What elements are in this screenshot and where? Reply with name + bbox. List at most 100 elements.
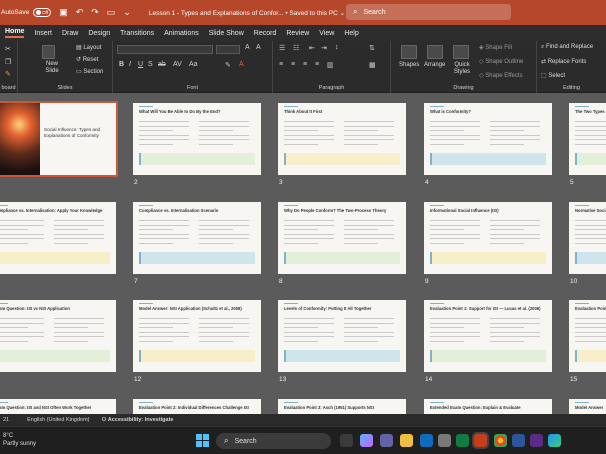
present-icon[interactable]: ▭ <box>107 7 116 18</box>
edge-icon[interactable] <box>548 434 561 447</box>
arrange-icon[interactable] <box>427 45 443 59</box>
slide-thumbnail[interactable]: The Two Types <box>569 103 606 175</box>
slide-thumbnail[interactable]: Levels of Conformity: Putting It All Tog… <box>278 300 406 372</box>
align-left-icon[interactable]: ≡ <box>279 61 283 68</box>
slide-thumbnail[interactable]: Compliance vs. Internalisation: Apply Yo… <box>0 202 116 274</box>
slide-thumbnail[interactable]: Why Do People Conform? The Two-Process T… <box>278 202 406 274</box>
copilot-icon[interactable] <box>360 434 373 447</box>
tab-draw[interactable]: Draw <box>62 30 78 37</box>
file-explorer-icon[interactable] <box>400 434 413 447</box>
redo-icon[interactable]: ↷ <box>91 7 99 18</box>
qat-more-icon[interactable]: ⌄ <box>123 7 131 18</box>
shapes-button[interactable]: Shapes <box>399 62 419 68</box>
excel-icon[interactable] <box>456 434 469 447</box>
slide-thumbnail[interactable]: Think About It First <box>278 103 406 175</box>
layout-button[interactable]: ▤ Layout <box>76 44 101 51</box>
slide-thumbnail[interactable]: Informational Social Influence (ISI) <box>424 202 552 274</box>
align-center-icon[interactable]: ≡ <box>291 61 295 68</box>
word-icon[interactable] <box>512 434 525 447</box>
chrome-icon[interactable] <box>494 434 507 447</box>
tab-transitions[interactable]: Transitions <box>120 30 154 37</box>
tab-view[interactable]: View <box>319 30 334 37</box>
font-name-field[interactable] <box>117 45 213 54</box>
decrease-indent-icon[interactable]: ⇤ <box>309 44 315 52</box>
quick-styles-icon[interactable] <box>453 45 469 59</box>
select-button[interactable]: ⬚ Select <box>541 72 565 79</box>
quick-styles-button[interactable]: Quick Styles <box>450 62 474 76</box>
line-spacing-icon[interactable]: ↕ <box>335 44 339 51</box>
highlight-icon[interactable]: ✎ <box>225 61 231 69</box>
slide-thumbnail[interactable]: Evaluation Point 2: Individual Differenc… <box>133 399 261 414</box>
undo-icon[interactable]: ↶ <box>76 7 84 18</box>
powerpoint-icon[interactable] <box>474 434 487 447</box>
onenote-icon[interactable] <box>530 434 543 447</box>
tab-record[interactable]: Record <box>254 30 277 37</box>
change-case-icon[interactable]: Aa <box>189 61 198 68</box>
new-slide-icon[interactable] <box>42 45 55 59</box>
slide-thumbnail[interactable]: Extended Exam Question: Explain & Evalua… <box>424 399 552 414</box>
italic-icon[interactable]: I <box>129 61 131 68</box>
weather-widget[interactable]: 8°C Partly sunny <box>3 432 36 448</box>
find-replace-button[interactable]: ⌕ Find and Replace <box>541 44 593 51</box>
teams-icon[interactable] <box>380 434 393 447</box>
slide-thumbnail[interactable]: Normative Social <box>569 202 606 274</box>
shape-fill-button[interactable]: ◈ Shape Fill <box>479 44 512 51</box>
slide-thumbnail[interactable]: Exam Question: ISI and NSI Often Work To… <box>0 399 116 414</box>
smartart-icon[interactable]: ▦ <box>369 61 376 69</box>
columns-icon[interactable]: ▥ <box>327 61 334 69</box>
numbering-icon[interactable]: ☷ <box>293 44 299 52</box>
font-color-icon[interactable]: A <box>239 61 244 68</box>
tab-home[interactable]: Home <box>5 28 25 38</box>
task-view-icon[interactable] <box>340 434 353 447</box>
slide-thumbnail[interactable]: What is Conformity? <box>424 103 552 175</box>
copy-icon[interactable]: ❐ <box>5 58 11 66</box>
font-size-field[interactable] <box>216 45 240 54</box>
autosave-toggle[interactable]: Off <box>33 8 52 17</box>
bold-icon[interactable]: B <box>119 61 124 68</box>
underline-icon[interactable]: U <box>138 61 143 68</box>
slide-thumbnail[interactable]: Evaluation Point <box>569 300 606 372</box>
decrease-font-icon[interactable]: A <box>256 44 261 51</box>
shapes-icon[interactable] <box>401 45 417 59</box>
slide-thumbnail[interactable]: What Will You Be Able to Do By the End? <box>133 103 261 175</box>
language-status[interactable]: English (United Kingdom) <box>27 417 89 423</box>
slide-thumbnail[interactable]: Evaluation Point 3: Asch (1951) Supports… <box>278 399 406 414</box>
shape-outline-button[interactable]: ◇ Shape Outline <box>479 58 523 65</box>
document-title[interactable]: Lesson 1 - Types and Explanations of Con… <box>149 9 345 17</box>
slide-thumbnail[interactable]: Model Answer: NSI Application (Schultz e… <box>133 300 261 372</box>
accessibility-status[interactable]: ⚇ Accessibility: Investigate <box>102 417 174 423</box>
reset-button[interactable]: ↺ Reset <box>76 56 98 63</box>
slide-thumbnail[interactable]: Compliance vs. Internalisation Scenario <box>133 202 261 274</box>
slide-thumbnail[interactable]: Evaluation Point 1: Support for ISI — Lu… <box>424 300 552 372</box>
strikethrough-icon[interactable]: ab <box>158 61 166 68</box>
slide-thumbnail[interactable]: Social Influence: Types and Explanations… <box>0 101 118 177</box>
increase-font-icon[interactable]: A <box>245 44 250 51</box>
arrange-button[interactable]: Arrange <box>424 62 445 68</box>
text-direction-icon[interactable]: ⇅ <box>369 44 375 52</box>
save-icon[interactable]: ▣ <box>59 7 68 18</box>
tab-design[interactable]: Design <box>88 30 110 37</box>
new-slide-button[interactable]: New Slide <box>42 61 62 75</box>
outlook-icon[interactable] <box>420 434 433 447</box>
search-box[interactable]: ⌕ Search <box>346 4 511 20</box>
justify-icon[interactable]: ≡ <box>315 61 319 68</box>
slide-thumbnail[interactable]: Model Answer <box>569 399 606 414</box>
slide-thumbnail[interactable]: Exam Question: ISI vs NSI Application <box>0 300 116 372</box>
shape-effects-button[interactable]: ◇ Shape Effects <box>479 72 523 79</box>
tab-animations[interactable]: Animations <box>164 30 199 37</box>
shadow-icon[interactable]: S <box>148 61 153 68</box>
tab-help[interactable]: Help <box>344 30 358 37</box>
cut-icon[interactable]: ✂ <box>5 45 11 53</box>
section-button[interactable]: ▭ Section <box>76 68 103 75</box>
format-painter-icon[interactable]: ✎ <box>5 70 11 78</box>
replace-fonts-button[interactable]: ⇄ Replace Fonts <box>541 58 586 65</box>
align-right-icon[interactable]: ≡ <box>303 61 307 68</box>
char-spacing-icon[interactable]: AV <box>173 61 182 68</box>
tab-slide-show[interactable]: Slide Show <box>209 30 244 37</box>
bullets-icon[interactable]: ☰ <box>279 44 285 52</box>
tab-review[interactable]: Review <box>286 30 309 37</box>
start-icon[interactable] <box>196 434 209 447</box>
taskbar-search[interactable]: ⌕ Search <box>216 433 331 449</box>
store-icon[interactable] <box>438 434 451 447</box>
tab-insert[interactable]: Insert <box>34 30 52 37</box>
